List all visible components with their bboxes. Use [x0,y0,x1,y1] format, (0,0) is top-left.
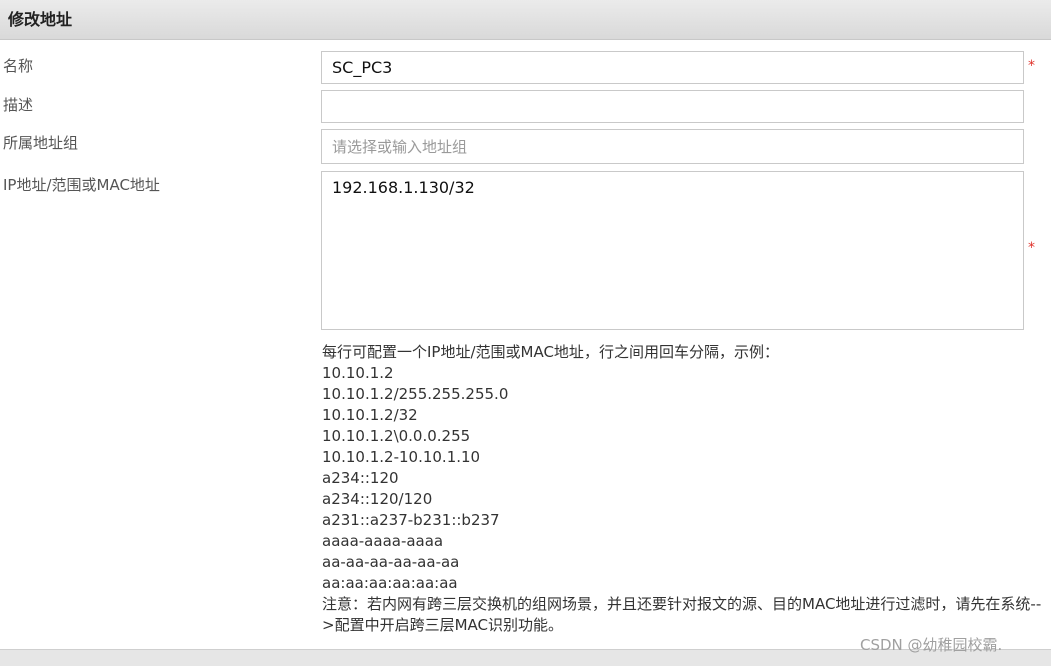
hint-example: a234::120 [322,469,399,487]
hint-example: a231::a237-b231::b237 [322,511,500,529]
address-group-combobox[interactable]: 请选择或输入地址组 [321,129,1024,164]
hint-example: aaaa-aaaa-aaaa [322,532,444,550]
description-input[interactable] [321,90,1024,123]
hint-example: 10.10.1.2 [322,364,394,382]
address-group-label: 所属地址组 [3,134,79,152]
hint-note: 注意：若内网有跨三层交换机的组网场景，并且还要针对报文的源、目的MAC地址进行过… [322,595,1042,634]
hint-example: 10.10.1.2\0.0.0.255 [322,427,471,445]
hint-example: aa-aa-aa-aa-aa-aa [322,553,460,571]
hint-intro: 每行可配置一个IP地址/范围或MAC地址，行之间用回车分隔，示例： [322,343,779,361]
ip-address-label: IP地址/范围或MAC地址 [3,176,160,194]
ip-required-mark: * [1028,240,1035,256]
ip-address-textarea[interactable]: 192.168.1.130/32 [321,171,1024,330]
hint-example: 10.10.1.2/32 [322,406,418,424]
name-label: 名称 [3,57,34,75]
name-required-mark: * [1028,58,1035,74]
name-input[interactable]: SC_PC3 [321,51,1024,84]
hint-example: 10.10.1.2/255.255.255.0 [322,385,509,403]
hint-example: aa:aa:aa:aa:aa:aa [322,574,458,592]
description-label: 描述 [3,96,34,114]
ip-address-value: 192.168.1.130/32 [332,178,475,197]
dialog-header: 修改地址 [0,0,1051,40]
address-group-placeholder: 请选择或输入地址组 [332,138,468,156]
hint-example: a234::120/120 [322,490,433,508]
name-input-value: SC_PC3 [332,58,393,77]
dialog-title: 修改地址 [8,10,73,29]
hint-example: 10.10.1.2-10.10.1.10 [322,448,481,466]
ip-format-hint: 每行可配置一个IP地址/范围或MAC地址，行之间用回车分隔，示例： 10.10.… [322,342,1047,636]
watermark: CSDN @幼稚园校霸. [860,636,1003,654]
